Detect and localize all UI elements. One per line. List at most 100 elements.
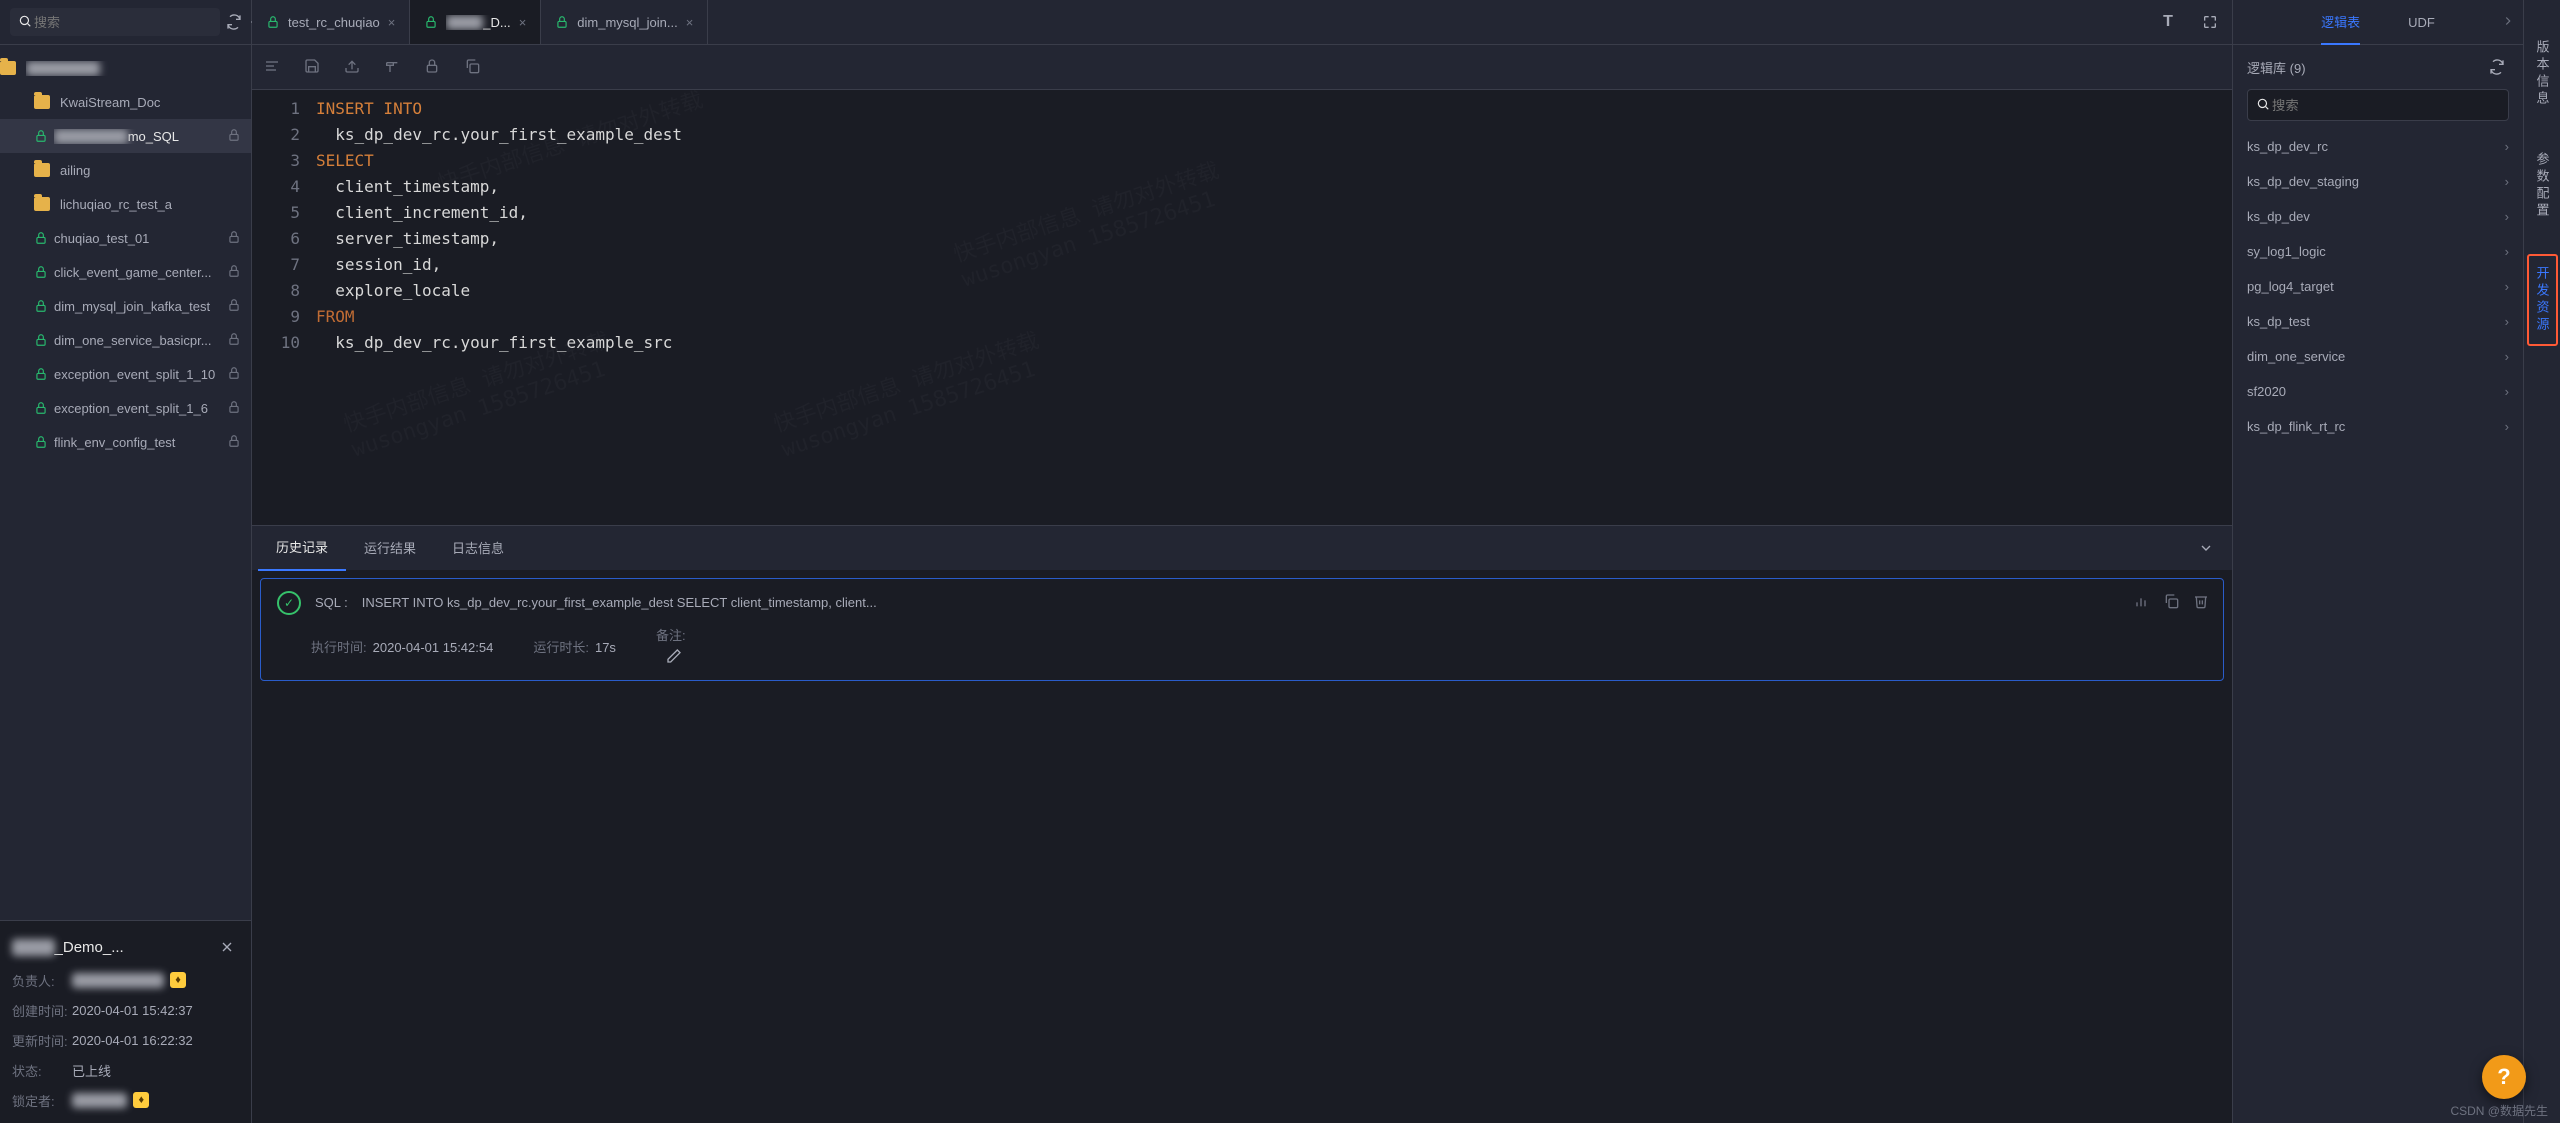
db-item[interactable]: ks_dp_dev_rc›: [2233, 129, 2523, 164]
db-item-label: sf2020: [2247, 384, 2286, 399]
copy-icon[interactable]: [2163, 593, 2179, 612]
upload-icon[interactable]: [344, 58, 360, 77]
lock-icon: [266, 15, 280, 29]
db-item[interactable]: pg_log4_target›: [2233, 269, 2523, 304]
history-remark-label: 备注:: [656, 628, 686, 643]
save-icon[interactable]: [304, 58, 320, 77]
align-icon[interactable]: [264, 58, 280, 77]
tree-folder[interactable]: ailing: [0, 153, 251, 187]
tree-folder[interactable]: KwaiStream_Doc: [0, 85, 251, 119]
lock-icon: [34, 265, 48, 279]
db-item-label: ks_dp_dev: [2247, 209, 2310, 224]
tree-item-label: dim_one_service_basicpr...: [54, 333, 227, 348]
tree-item-label: exception_event_split_1_6: [54, 401, 227, 416]
rail-version-info[interactable]: 版本信息: [2529, 30, 2556, 118]
text-tool-icon[interactable]: T: [2156, 10, 2180, 34]
editor-tab[interactable]: dim_mysql_join... ×: [541, 0, 708, 44]
tab-label: dim_mysql_join...: [577, 15, 677, 30]
right-search[interactable]: [2247, 89, 2509, 121]
tree-item-label: exception_event_split_1_10: [54, 367, 227, 382]
db-item[interactable]: ks_dp_test›: [2233, 304, 2523, 339]
tab-history[interactable]: 历史记录: [258, 525, 346, 571]
right-search-input[interactable]: [2270, 97, 2500, 114]
right-lib-count: (9): [2290, 61, 2306, 76]
lock-status-icon: [227, 366, 241, 383]
right-rail: 版本信息 参数配置 开发资源: [2523, 0, 2560, 1123]
detail-update-label: 更新时间:: [12, 1031, 72, 1050]
history-entry[interactable]: ✓ SQL : INSERT INTO ks_dp_dev_rc.your_fi…: [260, 578, 2224, 681]
right-tabs: 逻辑表 UDF: [2233, 0, 2523, 45]
lock-icon: [424, 15, 438, 29]
history-duration-label: 运行时长:: [533, 640, 589, 655]
tree-file[interactable]: exception_event_split_1_10: [0, 357, 251, 391]
rail-dev-resources[interactable]: 开发资源: [2527, 254, 2558, 346]
tree-folder[interactable]: lichuqiao_rc_test_a: [0, 187, 251, 221]
tree-file[interactable]: dim_one_service_basicpr...: [0, 323, 251, 357]
duplicate-icon[interactable]: [464, 58, 480, 77]
format-icon[interactable]: [384, 58, 400, 77]
right-lib-label: 逻辑库: [2247, 61, 2286, 76]
sidebar-search-input[interactable]: [32, 14, 212, 31]
tab-logic-table[interactable]: 逻辑表: [2321, 0, 2360, 45]
stats-icon[interactable]: [2133, 593, 2149, 612]
close-icon[interactable]: ×: [388, 15, 396, 30]
tree-file[interactable]: click_event_game_center...: [0, 255, 251, 289]
editor-gutter: 12345678910: [252, 90, 310, 525]
tab-log[interactable]: 日志信息: [434, 526, 522, 570]
tree-file[interactable]: ████████mo_SQL: [0, 119, 251, 153]
lock-status-icon: [227, 230, 241, 247]
collapse-icon[interactable]: [2186, 540, 2226, 556]
db-item[interactable]: dim_one_service›: [2233, 339, 2523, 374]
detail-status-label: 状态:: [12, 1061, 72, 1080]
fullscreen-icon[interactable]: [2198, 10, 2222, 34]
detail-owner-value: ██████████: [72, 973, 164, 988]
right-db-list: ks_dp_dev_rc›ks_dp_dev_staging›ks_dp_dev…: [2233, 129, 2523, 1123]
lock-status-icon: [227, 400, 241, 417]
edit-remark-icon[interactable]: [662, 644, 686, 668]
history-exec-label: 执行时间:: [311, 640, 367, 655]
rail-params-config[interactable]: 参数配置: [2529, 142, 2556, 230]
tree-item-label: flink_env_config_test: [54, 435, 227, 450]
chevron-right-icon: ›: [2505, 384, 2509, 399]
refresh-icon[interactable]: [226, 10, 242, 34]
delete-icon[interactable]: [2193, 593, 2209, 612]
tab-result[interactable]: 运行结果: [346, 526, 434, 570]
lock-icon: [34, 367, 48, 381]
lock-status-icon: [227, 434, 241, 451]
editor-code[interactable]: INSERT INTO ks_dp_dev_rc.your_first_exam…: [310, 90, 682, 525]
code-editor[interactable]: 12345678910 INSERT INTO ks_dp_dev_rc.you…: [252, 90, 2232, 525]
db-item-label: ks_dp_flink_rt_rc: [2247, 419, 2345, 434]
db-item-label: sy_log1_logic: [2247, 244, 2326, 259]
close-icon[interactable]: [215, 935, 239, 959]
tree-file[interactable]: flink_env_config_test: [0, 425, 251, 459]
locker-badge-icon: ♦: [133, 1092, 149, 1108]
db-item[interactable]: ks_dp_dev_staging›: [2233, 164, 2523, 199]
db-item-label: pg_log4_target: [2247, 279, 2334, 294]
tree-item-label: ████████mo_SQL: [54, 129, 227, 144]
db-item-label: ks_dp_dev_staging: [2247, 174, 2359, 189]
db-item[interactable]: ks_dp_flink_rt_rc›: [2233, 409, 2523, 444]
tree-file[interactable]: dim_mysql_join_kafka_test: [0, 289, 251, 323]
history-exec-value: 2020-04-01 15:42:54: [373, 640, 494, 655]
lock-icon: [34, 129, 48, 143]
sidebar-detail-panel: ████_Demo_... 负责人:██████████♦ 创建时间:2020-…: [0, 920, 251, 1123]
db-item[interactable]: sy_log1_logic›: [2233, 234, 2523, 269]
tree-root-folder[interactable]: ████████: [0, 51, 251, 85]
sidebar-search[interactable]: [10, 8, 220, 36]
help-fab[interactable]: ?: [2482, 1055, 2526, 1099]
close-icon[interactable]: ×: [519, 15, 527, 30]
db-item[interactable]: sf2020 ›: [2233, 374, 2523, 409]
chevron-right-icon: ›: [2505, 349, 2509, 364]
close-icon[interactable]: ×: [686, 15, 694, 30]
tree-file[interactable]: exception_event_split_1_6: [0, 391, 251, 425]
right-refresh-icon[interactable]: [2485, 55, 2509, 79]
lock-icon: [34, 401, 48, 415]
chevron-right-icon[interactable]: [2501, 14, 2515, 31]
tree-file[interactable]: chuqiao_test_01: [0, 221, 251, 255]
lock-icon[interactable]: [424, 58, 440, 77]
db-item[interactable]: ks_dp_dev›: [2233, 199, 2523, 234]
editor-tab[interactable]: ████_D...×: [410, 0, 541, 44]
tab-udf[interactable]: UDF: [2408, 0, 2435, 44]
editor-tab[interactable]: test_rc_chuqiao×: [252, 0, 410, 44]
tree-item-label: ailing: [60, 163, 241, 178]
